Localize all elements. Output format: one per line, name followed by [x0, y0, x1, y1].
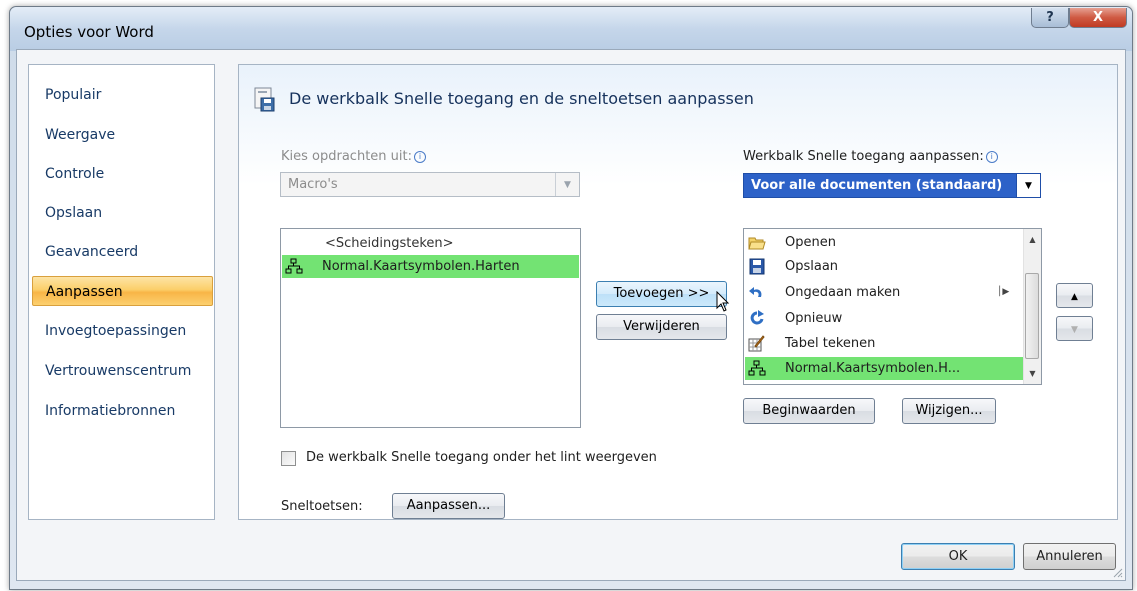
arrow-up-icon: ▲ — [1071, 292, 1078, 302]
list-item[interactable]: Normal.Kaartsymbolen.H... — [745, 357, 1025, 380]
resize-grip-icon[interactable] — [1112, 567, 1123, 578]
scrollbar-thumb[interactable] — [1025, 273, 1039, 359]
reset-button-label: Beginwaarden — [762, 403, 856, 418]
info-icon: i — [985, 150, 998, 163]
list-item-label: Tabel tekenen — [785, 336, 876, 351]
cancel-button-label: Annuleren — [1036, 549, 1103, 564]
sidebar-item-controle[interactable]: Controle — [30, 156, 213, 192]
redo-icon — [750, 310, 764, 325]
commands-dropdown[interactable]: Macro's ▼ — [280, 172, 580, 197]
scroll-down-icon[interactable]: ▼ — [1024, 365, 1041, 382]
chevron-down-icon: ▼ — [555, 173, 579, 196]
qat-list[interactable]: Openen Opslaan Ongedaan maken │▶ Opnieuw — [743, 228, 1042, 385]
help-button[interactable]: ? — [1031, 8, 1069, 28]
list-item[interactable]: Normal.Kaartsymbolen.Harten — [282, 255, 579, 278]
submenu-arrow-icon: │▶ — [997, 287, 1010, 297]
commands-label: Kies opdrachten uit: i — [281, 149, 426, 164]
qat-scope-dropdown[interactable]: Voor alle documenten (standaard) ▼ — [743, 173, 1041, 198]
qat-list-scrollbar[interactable]: ▲ ▼ — [1023, 229, 1041, 384]
folder-open-icon — [748, 237, 766, 250]
qat-label: Werkbalk Snelle toegang aanpassen: i — [743, 149, 998, 164]
qat-scope-dropdown-value: Voor alle documenten (standaard) — [751, 178, 1003, 193]
list-item-label: Openen — [785, 235, 836, 250]
dialog-body: Populair Weergave Controle Opslaan Geava… — [16, 49, 1126, 581]
list-item-label: <Scheidingsteken> — [325, 236, 454, 251]
list-item[interactable]: Openen — [745, 231, 1025, 254]
sidebar-item-invoegtoepassingen[interactable]: Invoegtoepassingen — [30, 313, 213, 349]
quick-access-toolbar-icon — [254, 87, 275, 112]
shortcuts-label: Sneltoetsen: — [281, 499, 363, 514]
list-item-label: Opslaan — [785, 259, 839, 274]
window-title: Opties voor Word — [24, 23, 154, 41]
list-item[interactable]: Opslaan — [745, 255, 1025, 278]
save-icon — [749, 258, 765, 275]
title-bar[interactable]: Opties voor Word ? X — [10, 7, 1132, 51]
remove-button[interactable]: Verwijderen — [596, 314, 727, 340]
move-up-button[interactable]: ▲ — [1056, 283, 1093, 308]
options-dialog: Opties voor Word ? X Populair Weergave C… — [9, 6, 1133, 590]
chevron-down-icon: ▼ — [1016, 174, 1040, 197]
customize-shortcuts-button-label: Aanpassen... — [406, 498, 491, 513]
customize-shortcuts-button[interactable]: Aanpassen... — [392, 493, 505, 519]
macro-icon — [748, 360, 766, 376]
add-button-label: Toevoegen >> — [613, 286, 710, 301]
info-icon: i — [414, 150, 426, 163]
sidebar-item-geavanceerd[interactable]: Geavanceerd — [30, 234, 213, 270]
modify-button-label: Wijzigen... — [915, 403, 983, 418]
sidebar-item-vertrouwenscentrum[interactable]: Vertrouwenscentrum — [30, 353, 213, 389]
sidebar-item-weergave[interactable]: Weergave — [30, 117, 213, 153]
reset-button[interactable]: Beginwaarden — [743, 398, 875, 424]
ok-button-label: OK — [948, 549, 968, 564]
close-icon: X — [1092, 10, 1104, 25]
undo-icon — [749, 287, 762, 297]
commands-dropdown-value: Macro's — [288, 177, 338, 192]
list-item-label: Normal.Kaartsymbolen.H... — [785, 361, 961, 376]
arrow-down-icon: ▼ — [1071, 325, 1078, 335]
list-item[interactable]: Tabel tekenen — [745, 332, 1025, 355]
ok-button[interactable]: OK — [901, 543, 1015, 570]
help-icon: ? — [1046, 10, 1054, 25]
qat-label-text: Werkbalk Snelle toegang aanpassen: — [743, 149, 984, 164]
list-item-label: Ongedaan maken — [785, 285, 901, 300]
list-item[interactable]: <Scheidingsteken> — [282, 232, 579, 255]
show-below-ribbon-checkbox[interactable] — [281, 451, 296, 466]
close-button[interactable]: X — [1069, 8, 1127, 28]
list-item-label: Opnieuw — [785, 311, 843, 326]
commands-label-text: Kies opdrachten uit: — [281, 149, 412, 164]
add-button[interactable]: Toevoegen >> — [596, 281, 727, 307]
sidebar-item-informatiebronnen[interactable]: Informatiebronnen — [30, 393, 213, 429]
modify-button[interactable]: Wijzigen... — [902, 398, 996, 424]
commands-list[interactable]: <Scheidingsteken> Normal.Kaartsymbolen.H… — [280, 228, 581, 428]
mouse-cursor-icon — [716, 291, 730, 312]
sidebar-item-populair[interactable]: Populair — [30, 77, 213, 113]
cancel-button[interactable]: Annuleren — [1023, 543, 1116, 570]
move-down-button[interactable]: ▼ — [1056, 316, 1093, 341]
scroll-up-icon[interactable]: ▲ — [1024, 231, 1041, 248]
remove-button-label: Verwijderen — [623, 319, 700, 334]
content-header-background — [239, 65, 1117, 185]
list-item[interactable]: Ongedaan maken │▶ — [745, 281, 1025, 304]
list-item-label: Normal.Kaartsymbolen.Harten — [322, 259, 520, 274]
sidebar: Populair Weergave Controle Opslaan Geava… — [28, 64, 215, 520]
sidebar-item-aanpassen[interactable]: Aanpassen — [32, 276, 213, 306]
list-item[interactable]: Opnieuw — [745, 307, 1025, 330]
draw-table-icon — [748, 335, 765, 352]
macro-icon — [285, 258, 303, 274]
show-below-ribbon-label[interactable]: De werkbalk Snelle toegang onder het lin… — [306, 450, 657, 465]
page-title: De werkbalk Snelle toegang en de sneltoe… — [289, 89, 754, 108]
sidebar-item-opslaan[interactable]: Opslaan — [30, 195, 213, 231]
content-panel: De werkbalk Snelle toegang en de sneltoe… — [238, 64, 1118, 520]
